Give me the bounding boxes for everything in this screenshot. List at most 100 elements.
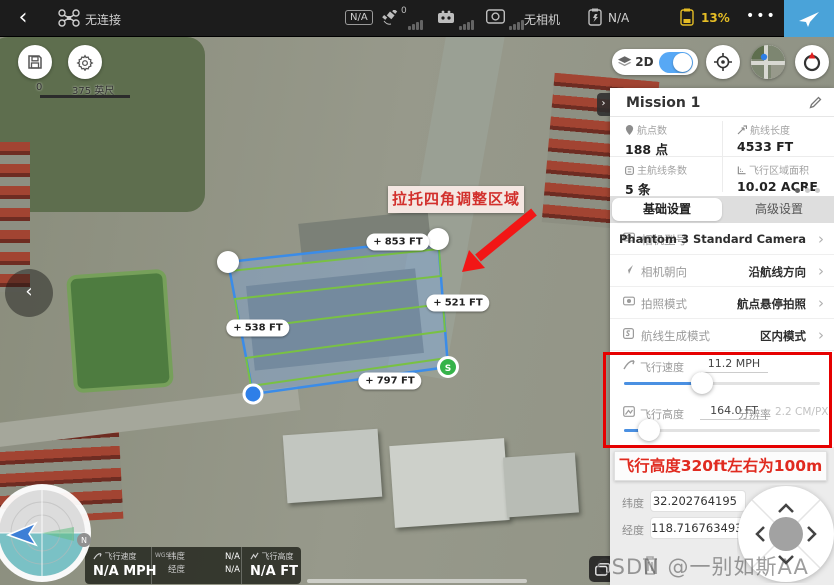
chevron-right-icon: › bbox=[818, 230, 824, 248]
telemetry-bar: 飞行速度 N/A MPH WGS 纬度N/A 经度N/A 飞行高度 N/A FT bbox=[85, 547, 301, 584]
setting-camera-heading[interactable]: 相机朝向 沿航线方向 › bbox=[610, 255, 834, 287]
layers-icon bbox=[617, 55, 632, 69]
chevron-right-icon: › bbox=[602, 98, 606, 109]
latitude-label: 纬度 bbox=[622, 495, 644, 511]
minimap-button[interactable] bbox=[751, 45, 785, 79]
settings-button[interactable] bbox=[68, 45, 102, 79]
crosshair-icon bbox=[713, 52, 733, 72]
collapse-panel-button[interactable]: ‹ bbox=[5, 269, 53, 317]
more-button[interactable]: ••• bbox=[746, 8, 777, 24]
area-ruler-icon bbox=[737, 166, 746, 175]
speed-slider-thumb[interactable] bbox=[691, 372, 713, 394]
speed-slider-track[interactable] bbox=[624, 382, 820, 385]
longitude-input[interactable]: 118.716763493 bbox=[650, 517, 746, 539]
satellite-icon bbox=[381, 10, 399, 26]
mission-title: Mission 1 bbox=[626, 95, 700, 111]
device-battery-icon bbox=[680, 8, 696, 27]
altitude-icon bbox=[250, 552, 259, 560]
edge-distance-label: +521 FT bbox=[426, 295, 489, 312]
remote-controller-icon bbox=[437, 9, 455, 25]
aircraft-battery-icon bbox=[588, 8, 604, 27]
satellite-count: 0 bbox=[401, 6, 407, 16]
airplane-icon bbox=[797, 9, 821, 29]
mission-header: Mission 1 bbox=[610, 88, 834, 117]
speed-value[interactable]: 11.2 MPH bbox=[700, 357, 768, 373]
drag-corners-hint: 拉托四角调整区域 bbox=[388, 186, 524, 213]
map-building bbox=[503, 453, 579, 518]
gear-icon bbox=[76, 53, 94, 71]
stat-waypoints: 航点数 188 点 bbox=[610, 117, 722, 156]
route-length-icon bbox=[737, 125, 747, 135]
save-icon bbox=[27, 54, 43, 70]
rc-signal-bars-icon bbox=[459, 11, 475, 30]
resolution-value: 2.2 CM/PX bbox=[775, 406, 829, 418]
flight-altitude-icon bbox=[623, 406, 635, 417]
speed-slider-row: 飞行速度 11.2 MPH bbox=[610, 352, 834, 399]
route-mode-icon bbox=[623, 328, 634, 339]
telemetry-altitude: 飞行高度 N/A FT bbox=[241, 547, 301, 584]
edge-distance-label: +538 FT bbox=[226, 320, 289, 337]
camera-status: 无相机 bbox=[524, 11, 560, 28]
altitude-slider-track[interactable] bbox=[624, 429, 820, 432]
resolution-label: 分辨率 bbox=[738, 406, 771, 422]
stat-route-length: 航线长度 4533 FT bbox=[722, 117, 834, 156]
plus-icon: + bbox=[365, 376, 373, 387]
stat-main-lines: 主航线条数 5 条 bbox=[610, 157, 722, 196]
waypoint-icon bbox=[625, 125, 634, 135]
setting-route-mode[interactable]: 航线生成模式 区内模式 › bbox=[610, 319, 834, 351]
attitude-compass-instrument: N bbox=[0, 479, 96, 585]
top-status-bar: ‹ 无连接 N/A 0 无相机 N/A bbox=[0, 0, 834, 37]
telemetry-coords: WGS 纬度N/A 经度N/A bbox=[151, 547, 241, 584]
takeoff-button[interactable] bbox=[784, 0, 834, 37]
mission-panel: › Mission 1 航点数 188 点 航线长度 4533 FT 主航线条数… bbox=[610, 88, 834, 585]
back-button[interactable]: ‹ bbox=[8, 6, 38, 31]
lines-icon bbox=[625, 166, 634, 175]
edge-distance-label: +797 FT bbox=[358, 373, 421, 390]
flight-speed-icon bbox=[623, 359, 635, 370]
save-button[interactable] bbox=[18, 45, 52, 79]
map-building bbox=[283, 429, 383, 503]
2d-switch[interactable] bbox=[659, 52, 693, 73]
locate-button[interactable] bbox=[706, 45, 740, 79]
map-road bbox=[0, 386, 300, 448]
page-dots[interactable] bbox=[795, 188, 820, 193]
dpad-center-button[interactable] bbox=[769, 517, 803, 551]
wgs-label: WGS bbox=[155, 552, 161, 559]
compass-reset-button[interactable] bbox=[795, 45, 829, 79]
edit-pencil-icon[interactable] bbox=[809, 96, 822, 109]
tab-basic-settings[interactable]: 基础设置 bbox=[612, 198, 722, 221]
camera-signal-bars-icon bbox=[509, 11, 525, 30]
watermark: CSDN @一别如斯AA bbox=[596, 551, 809, 581]
plus-icon: + bbox=[373, 237, 381, 248]
gps-na-badge: N/A bbox=[345, 10, 373, 25]
2d-label: 2D bbox=[635, 55, 653, 69]
plus-icon: + bbox=[433, 298, 441, 309]
altitude-note: 飞行高度320ft左右为100m bbox=[614, 451, 827, 481]
ellipsis-icon: ••• bbox=[746, 8, 777, 24]
photo-mode-icon bbox=[623, 296, 635, 306]
switch-knob bbox=[673, 53, 692, 72]
latitude-input[interactable]: 32.202764195 bbox=[650, 490, 746, 512]
aircraft-battery-value: N/A bbox=[608, 11, 629, 25]
setting-camera-model[interactable]: 相机型号 Phantom 3 Standard Camera › bbox=[610, 223, 834, 255]
annotation-arrow bbox=[478, 212, 534, 258]
chevron-right-icon: › bbox=[818, 326, 824, 344]
home-indicator[interactable] bbox=[307, 579, 527, 583]
back-chevron-icon: ‹ bbox=[19, 5, 28, 30]
mission-stats: 航点数 188 点 航线长度 4533 FT 主航线条数 5 条 飞行区域面积 … bbox=[610, 117, 834, 196]
chevron-right-icon: › bbox=[818, 294, 824, 312]
map-2d-toggle[interactable]: 2D bbox=[612, 49, 698, 75]
settings-tabs: 基础设置 高级设置 bbox=[610, 196, 834, 223]
satellite-signal-bars-icon bbox=[408, 11, 424, 30]
altitude-slider-row: 飞行高度 164.0 FT 分辨率 2.2 CM/PX bbox=[610, 399, 834, 446]
setting-photo-mode[interactable]: 拍照模式 航点悬停拍照 › bbox=[610, 287, 834, 319]
tab-advanced-settings[interactable]: 高级设置 bbox=[724, 196, 834, 223]
chevron-left-icon: ‹ bbox=[25, 281, 32, 302]
altitude-slider-thumb[interactable] bbox=[638, 419, 660, 441]
chevron-right-icon: › bbox=[818, 262, 824, 280]
connection-status: 无连接 bbox=[85, 11, 121, 28]
corner-handle[interactable] bbox=[217, 251, 239, 273]
plus-icon: + bbox=[233, 323, 241, 334]
panel-expand-tab[interactable]: › bbox=[597, 93, 610, 116]
app-screen: ‹ 无连接 N/A 0 无相机 N/A bbox=[0, 0, 834, 585]
